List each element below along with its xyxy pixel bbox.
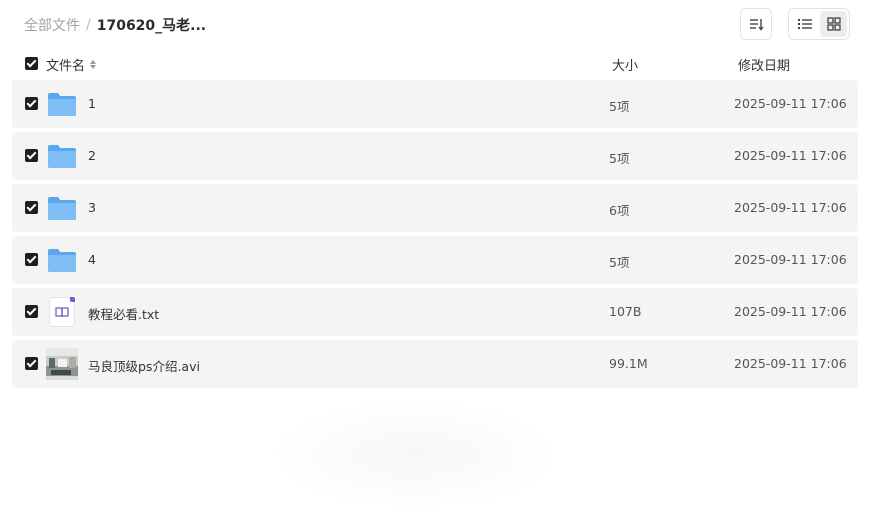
video-thumbnail — [46, 348, 78, 380]
table-row[interactable]: 4 5项 2025-09-11 17:06 — [12, 236, 858, 284]
breadcrumb: 全部文件 / 170620_马老... — [24, 15, 206, 35]
folder-icon — [46, 88, 78, 120]
folder-icon — [46, 244, 78, 276]
sort-arrows-icon[interactable] — [90, 60, 97, 69]
file-name[interactable]: 4 — [88, 252, 96, 267]
file-name[interactable]: 2 — [88, 148, 96, 163]
file-date: 2025-09-11 17:06 — [734, 356, 847, 371]
breadcrumb-root[interactable]: 全部文件 — [24, 15, 80, 35]
file-date: 2025-09-11 17:06 — [734, 200, 847, 215]
file-name[interactable]: 1 — [88, 96, 96, 111]
folder-icon — [46, 140, 78, 172]
select-all-checkbox[interactable] — [25, 57, 38, 70]
file-list: 1 5项 2025-09-11 17:06 2 5项 2025-09-11 17… — [12, 80, 858, 392]
file-size: 99.1M — [609, 356, 648, 371]
table-row[interactable]: 1 5项 2025-09-11 17:06 — [12, 80, 858, 128]
table-row[interactable]: 马良顶级ps介绍.avi 99.1M 2025-09-11 17:06 — [12, 340, 858, 388]
file-date: 2025-09-11 17:06 — [734, 304, 847, 319]
file-name[interactable]: 3 — [88, 200, 96, 215]
file-size: 5项 — [609, 255, 630, 270]
file-date: 2025-09-11 17:06 — [734, 96, 847, 111]
column-name-label: 文件名 — [46, 59, 86, 74]
column-date-header: 修改日期 — [738, 59, 791, 74]
book-icon — [55, 307, 69, 318]
row-checkbox[interactable] — [25, 149, 38, 162]
breadcrumb-separator: / — [86, 17, 91, 33]
table-header: 文件名 大小 修改日期 — [12, 52, 858, 76]
breadcrumb-current: 170620_马老... — [96, 18, 207, 34]
column-name-header[interactable]: 文件名 — [46, 55, 97, 74]
text-file-icon — [46, 296, 78, 328]
file-size: 107B — [609, 304, 642, 319]
table-row[interactable]: 2 5项 2025-09-11 17:06 — [12, 132, 858, 180]
column-size-header: 大小 — [612, 59, 639, 74]
row-checkbox[interactable] — [25, 253, 38, 266]
grid-view-button[interactable] — [820, 11, 847, 37]
file-date: 2025-09-11 17:06 — [734, 148, 847, 163]
row-checkbox[interactable] — [25, 201, 38, 214]
sort-button[interactable] — [740, 8, 772, 40]
background-glow — [270, 400, 560, 510]
file-size: 6项 — [609, 203, 630, 218]
table-row[interactable]: 3 6项 2025-09-11 17:06 — [12, 184, 858, 232]
row-checkbox[interactable] — [25, 97, 38, 110]
list-view-icon — [797, 19, 812, 29]
table-row[interactable]: 教程必看.txt 107B 2025-09-11 17:06 — [12, 288, 858, 336]
file-size: 5项 — [609, 151, 630, 166]
view-toggle — [788, 8, 850, 40]
file-size: 5项 — [609, 99, 630, 114]
top-bar: 全部文件 / 170620_马老... — [0, 0, 874, 48]
file-name[interactable]: 马良顶级ps介绍.avi — [88, 356, 200, 375]
list-view-button[interactable] — [791, 11, 818, 37]
row-checkbox[interactable] — [25, 305, 38, 318]
folder-icon — [46, 192, 78, 224]
file-name[interactable]: 教程必看.txt — [88, 304, 159, 323]
file-date: 2025-09-11 17:06 — [734, 252, 847, 267]
grid-view-icon — [826, 17, 841, 31]
row-checkbox[interactable] — [25, 357, 38, 370]
sort-list-icon — [750, 19, 764, 31]
